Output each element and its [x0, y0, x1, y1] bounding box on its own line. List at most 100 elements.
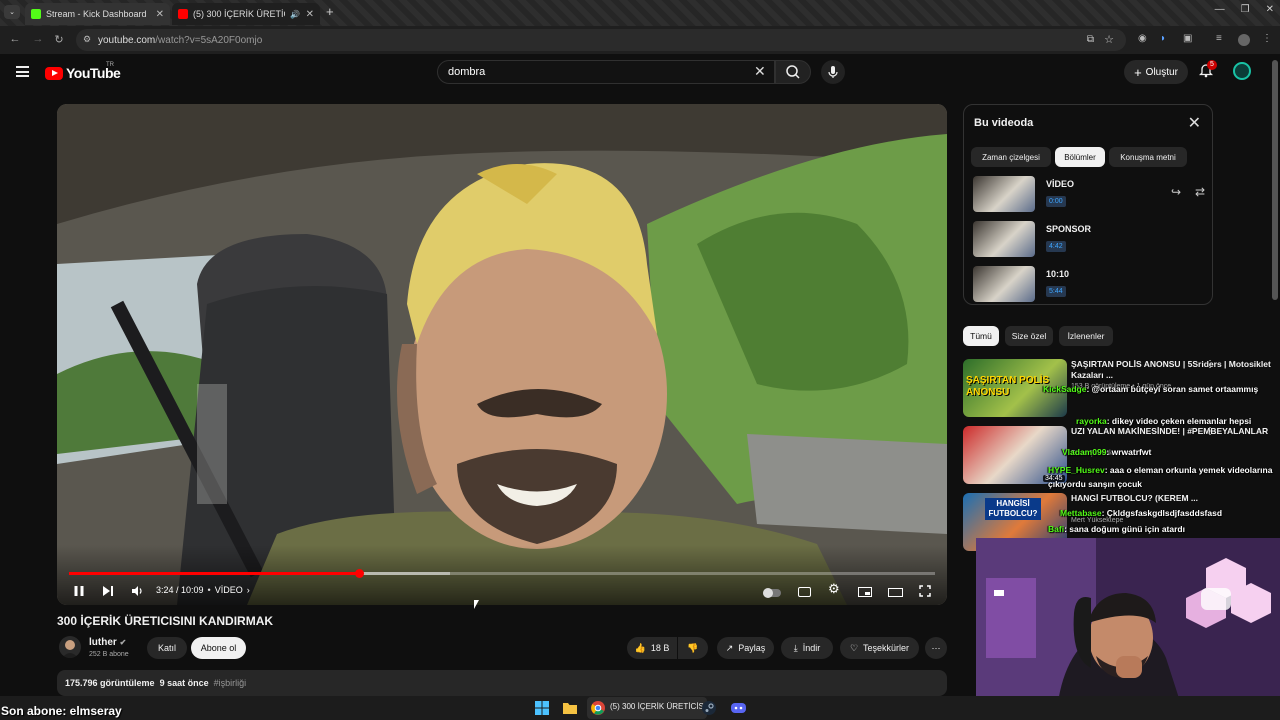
more-vertical-icon[interactable]: ⋮	[1205, 426, 1215, 437]
miniplayer-icon	[858, 587, 872, 597]
site-info-icon[interactable]: ⚙	[83, 34, 91, 45]
next-button[interactable]	[102, 585, 114, 597]
played-bar	[69, 572, 360, 575]
tab-search-button[interactable]: ⌄	[4, 5, 20, 19]
chapters-panel: Bu videoda ✕ Zaman çizelgesi Bölümler Ko…	[963, 104, 1213, 305]
youtube-favicon-icon	[178, 9, 188, 19]
forward-icon[interactable]: →	[31, 33, 45, 45]
time-text: 3:24 / 10:09	[156, 585, 204, 595]
new-tab-button[interactable]: +	[326, 4, 334, 19]
search-input[interactable]: dombra	[437, 60, 775, 84]
like-button[interactable]: 👍 18 B	[627, 637, 677, 659]
create-button[interactable]: + Oluştur	[1124, 60, 1188, 84]
create-label: Oluştur	[1145, 66, 1178, 78]
reload-icon[interactable]: ↻	[52, 33, 66, 46]
bookmark-star-icon[interactable]: ☆	[1104, 33, 1114, 46]
install-icon[interactable]: ⧉	[1087, 34, 1094, 45]
volume-button[interactable]	[131, 585, 144, 597]
chapter-thumbnail	[973, 176, 1035, 212]
webcam-overlay	[976, 538, 1280, 720]
back-icon[interactable]: ←	[8, 33, 22, 45]
tab-chapters[interactable]: Bölümler	[1055, 147, 1105, 167]
video-title: ŞAŞIRTAN POLİS ANONSU | 5Sriders | Motos…	[1071, 359, 1271, 380]
more-menu-icon[interactable]: ⋮	[1262, 33, 1272, 44]
pause-button[interactable]	[73, 585, 85, 597]
chapter-thumbnail	[973, 221, 1035, 257]
filter-chip-all[interactable]: Tümü	[963, 326, 999, 346]
tab-youtube-video[interactable]: (5) 300 İÇERİK ÜRETİCİSİNİ 🔊 ✕	[172, 3, 320, 25]
extensions-puzzle-icon[interactable]: ▣	[1183, 33, 1192, 44]
clear-search-icon[interactable]: ✕	[754, 64, 766, 78]
steam-icon[interactable]	[698, 697, 720, 719]
theater-mode-button[interactable]	[888, 588, 903, 597]
subtitles-button[interactable]	[798, 587, 811, 597]
video-player[interactable]: 3:24 / 10:09 • VİDEO › ⚙	[57, 104, 947, 605]
menu-icon[interactable]	[16, 66, 29, 77]
browser-tab-strip: ⌄ Stream - Kick Dashboard ✕ (5) 300 İÇER…	[0, 0, 1280, 26]
minimize-icon[interactable]: —	[1215, 4, 1225, 15]
dislike-button[interactable]: 👎	[678, 637, 708, 659]
account-avatar[interactable]	[1233, 62, 1251, 80]
more-vertical-icon[interactable]: ⋮	[1205, 359, 1215, 370]
download-button[interactable]: ⤓ İndir	[781, 637, 833, 659]
subscribe-button[interactable]: Abone ol	[191, 637, 246, 659]
chapter-time: 5:44	[1046, 286, 1066, 297]
join-button[interactable]: Katıl	[147, 637, 187, 659]
chapter-item[interactable]: SPONSOR 4:42	[973, 221, 1205, 259]
tab-transcript[interactable]: Konuşma metni	[1109, 147, 1187, 167]
windows-start-icon[interactable]	[531, 697, 553, 719]
file-explorer-icon[interactable]	[559, 697, 581, 719]
tab-timeline[interactable]: Zaman çizelgesi	[971, 147, 1051, 167]
chapter-item[interactable]: 10:10 5:44	[973, 266, 1205, 304]
maximize-icon[interactable]: ❐	[1241, 4, 1250, 15]
voice-search-button[interactable]	[821, 60, 845, 84]
filter-chip-watched[interactable]: İzlenenler	[1059, 326, 1113, 346]
download-icon: ⤓	[793, 642, 798, 653]
miniplayer-button[interactable]	[858, 587, 872, 597]
share-button[interactable]: ↗ Paylaş	[717, 637, 774, 659]
tab-kick-dashboard[interactable]: Stream - Kick Dashboard ✕	[25, 3, 170, 25]
time-display: 3:24 / 10:09 • VİDEO ›	[156, 585, 250, 595]
more-actions-button[interactable]: ⋯	[925, 637, 947, 659]
url-path: /watch?v=5sA20F0omjo	[155, 34, 263, 46]
thumbs-down-icon: 👎	[687, 642, 699, 653]
pause-icon	[74, 586, 84, 596]
window-controls: — ❐ ✕	[1215, 4, 1274, 15]
search-icon	[786, 65, 800, 79]
subtitles-icon	[798, 587, 811, 597]
autoplay-toggle[interactable]	[763, 588, 781, 598]
verified-icon: ✔	[119, 638, 127, 647]
last-subscriber-overlay: Son abone: elmseray	[1, 704, 122, 718]
chapter-item[interactable]: VİDEO 0:00 ↪ ⇄	[973, 176, 1205, 214]
speaker-icon[interactable]: 🔊	[290, 10, 300, 19]
extension-icon[interactable]: ◗	[1160, 33, 1166, 44]
address-bar[interactable]: ⚙ youtube.com/watch?v=5sA20F0omjo ⧉ ☆	[76, 29, 1126, 51]
extension-icon[interactable]: ◉	[1138, 33, 1147, 44]
page-scrollbar[interactable]	[1272, 60, 1278, 300]
channel-name[interactable]: luther ✔	[89, 637, 126, 648]
discord-icon[interactable]	[727, 697, 749, 719]
share-icon[interactable]: ↪	[1171, 185, 1181, 199]
fullscreen-button[interactable]	[919, 585, 931, 597]
hashtag[interactable]: #işbirliği	[214, 678, 247, 688]
youtube-header: YouTube TR dombra ✕ + Oluştur 5	[0, 54, 1280, 94]
search-button[interactable]	[775, 60, 811, 84]
channel-avatar[interactable]	[59, 636, 81, 658]
filter-chip-for-you[interactable]: Size özel	[1005, 326, 1053, 346]
settings-button[interactable]: ⚙	[828, 581, 840, 597]
share-icon: ↗	[725, 642, 734, 653]
current-chapter[interactable]: VİDEO	[215, 585, 243, 595]
thanks-button[interactable]: ♡ Teşekkürler	[840, 637, 919, 659]
close-icon[interactable]: ✕	[1188, 113, 1201, 133]
view-count: 175.796 görüntüleme	[65, 678, 155, 688]
close-icon[interactable]: ✕	[156, 9, 164, 20]
loop-icon[interactable]: ⇄	[1195, 185, 1205, 199]
video-meta: Mert Yüksektepe	[1071, 517, 1124, 524]
close-icon[interactable]: ✕	[306, 9, 314, 20]
progress-bar[interactable]	[69, 569, 935, 578]
tab-title: (5) 300 İÇERİK ÜRETİCİSİNİ	[193, 9, 285, 19]
profile-avatar[interactable]	[1238, 34, 1250, 46]
description-box[interactable]: 175.796 görüntüleme 9 saat önce #işbirli…	[57, 670, 947, 696]
close-window-icon[interactable]: ✕	[1266, 4, 1274, 15]
media-controls-icon[interactable]: ≡	[1216, 33, 1222, 44]
